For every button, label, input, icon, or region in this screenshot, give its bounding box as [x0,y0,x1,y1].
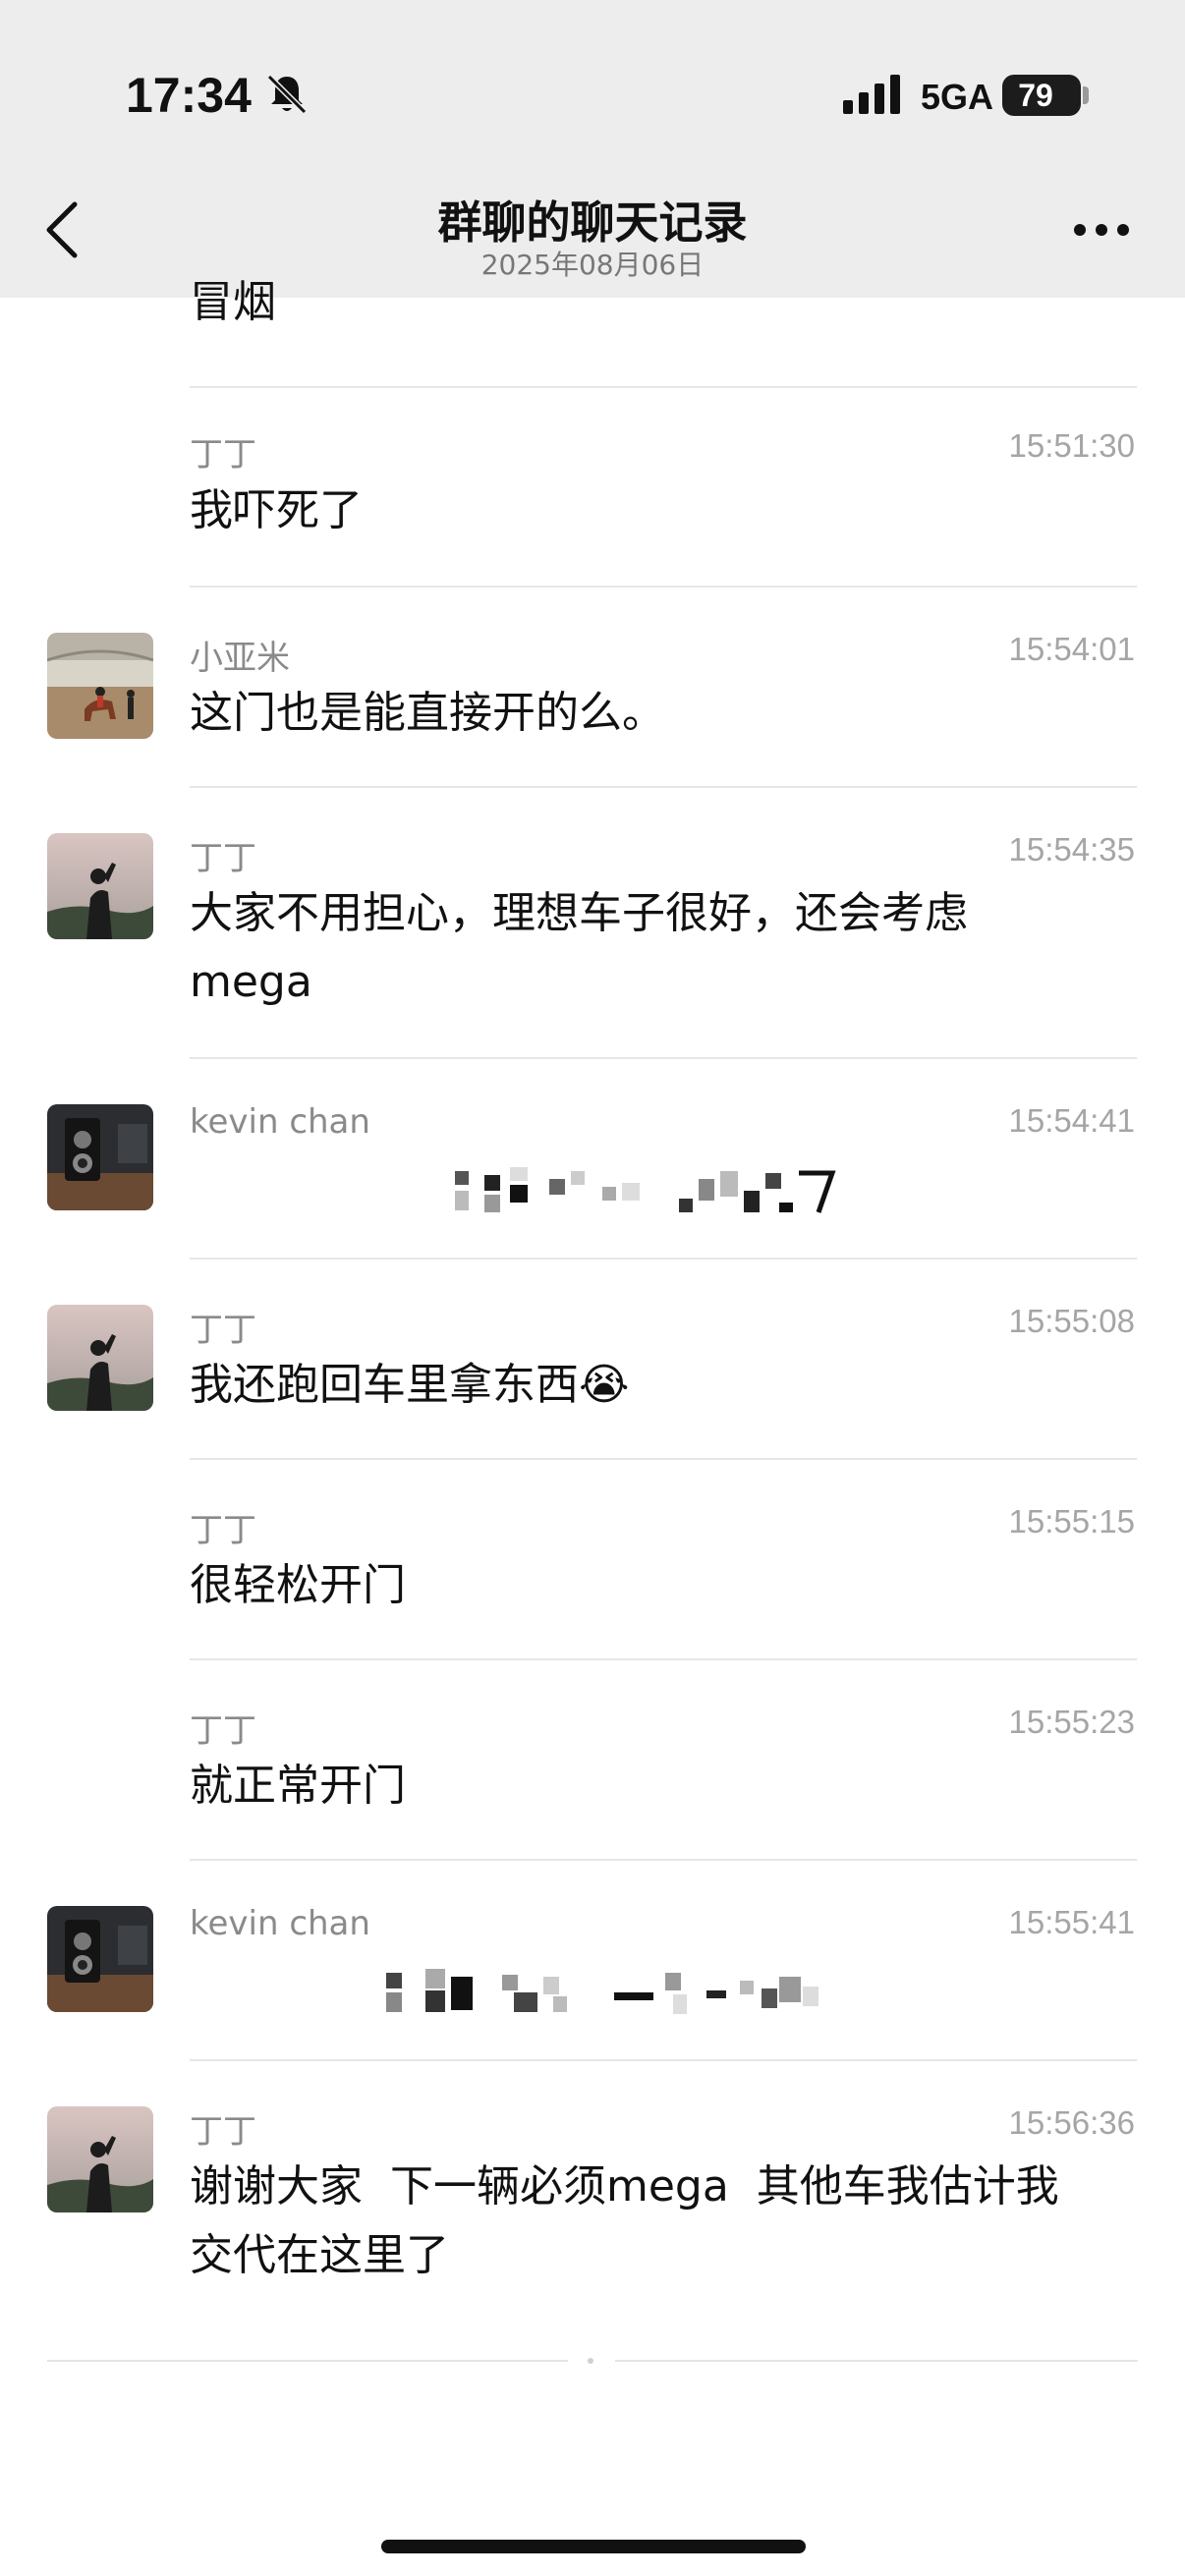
message-text: 谢谢大家 下一辆必须mega 其他车我估计我 [190,2161,1059,2212]
message-text-line2: mega [190,957,312,1007]
avatar[interactable] [47,633,153,739]
avatar[interactable] [47,2106,153,2212]
battery-level: 79 [1018,78,1053,113]
battery-cap [1083,86,1089,104]
sender-name: 丁丁 [190,435,256,475]
sender-name: kevin chan [190,1904,370,1943]
message-time: 15:54:41 [1008,1102,1135,1139]
header: 17:34 5GA 79 群聊的聊天记录 2025年08月06日 [0,0,1185,298]
divider [190,786,1137,788]
avatar[interactable] [47,833,153,939]
message-time: 15:54:35 [1008,831,1135,868]
sender-name: 丁丁 [190,2112,256,2152]
divider [190,386,1137,388]
page-title: 群聊的聊天记录 [437,196,748,249]
sender-name: 小亚米 [190,639,290,678]
message-time: 15:55:15 [1008,1503,1135,1540]
avatar[interactable] [47,1104,153,1210]
message-time: 15:56:36 [1008,2104,1135,2141]
message-text: 这门也是能直接开的么。 [190,688,665,738]
message-text: 就正常开门 [190,1761,406,1811]
vintage-camera-icon [47,1906,153,2012]
avatar[interactable] [47,1305,153,1411]
sender-name: 丁丁 [190,1311,256,1350]
divider [190,1658,1137,1660]
message-text: 我吓死了 [190,485,363,535]
bell-muted-icon [266,74,308,115]
divider [190,1057,1137,1059]
divider [190,1258,1137,1260]
pixelated-message-redaction [455,1167,836,1213]
horse-riding-photo-icon [47,633,153,739]
message-time: 15:55:08 [1008,1303,1135,1339]
crying-emoji: 😭 [579,1360,630,1410]
message-text: 大家不用担心，理想车子很好，还会考虑 [190,888,968,938]
divider [190,1458,1137,1460]
sender-name: 丁丁 [190,839,256,878]
end-divider-left [47,2360,568,2362]
divider [190,1859,1137,1861]
more-options-icon[interactable] [1073,220,1130,240]
battery-icon: 79 [1002,75,1081,116]
end-dot [588,2358,593,2364]
sender-name: 丁丁 [190,1711,256,1751]
sender-name: 丁丁 [190,1511,256,1550]
message-time: 15:54:01 [1008,631,1135,667]
divider [190,2059,1137,2061]
avatar[interactable] [47,1906,153,2012]
message-text-row: 我还跑回车里拿东西😭 [190,1351,1133,1420]
pixelated-message-redaction [386,1969,818,2014]
status-time: 17:34 [126,68,252,123]
message-time: 15:51:30 [1008,427,1135,464]
silhouette-sunset-icon [47,833,153,939]
message-text-line2: 交代在这里了 [190,2230,449,2280]
cellular-signal-icon [843,75,900,114]
vintage-camera-icon [47,1104,153,1210]
sender-name: kevin chan [190,1102,370,1142]
silhouette-sunset-icon [47,1305,153,1411]
message-text: 很轻松开门 [190,1560,406,1610]
silhouette-sunset-icon [47,2106,153,2212]
message-time: 15:55:23 [1008,1704,1135,1740]
message-text: 我还跑回车里拿东西 [190,1360,579,1410]
home-indicator[interactable] [381,2540,806,2553]
network-type: 5GA [921,77,994,117]
divider [190,586,1137,588]
message-time: 15:55:41 [1008,1904,1135,1940]
end-divider-right [615,2360,1138,2362]
message-text: 冒烟 [190,277,276,327]
